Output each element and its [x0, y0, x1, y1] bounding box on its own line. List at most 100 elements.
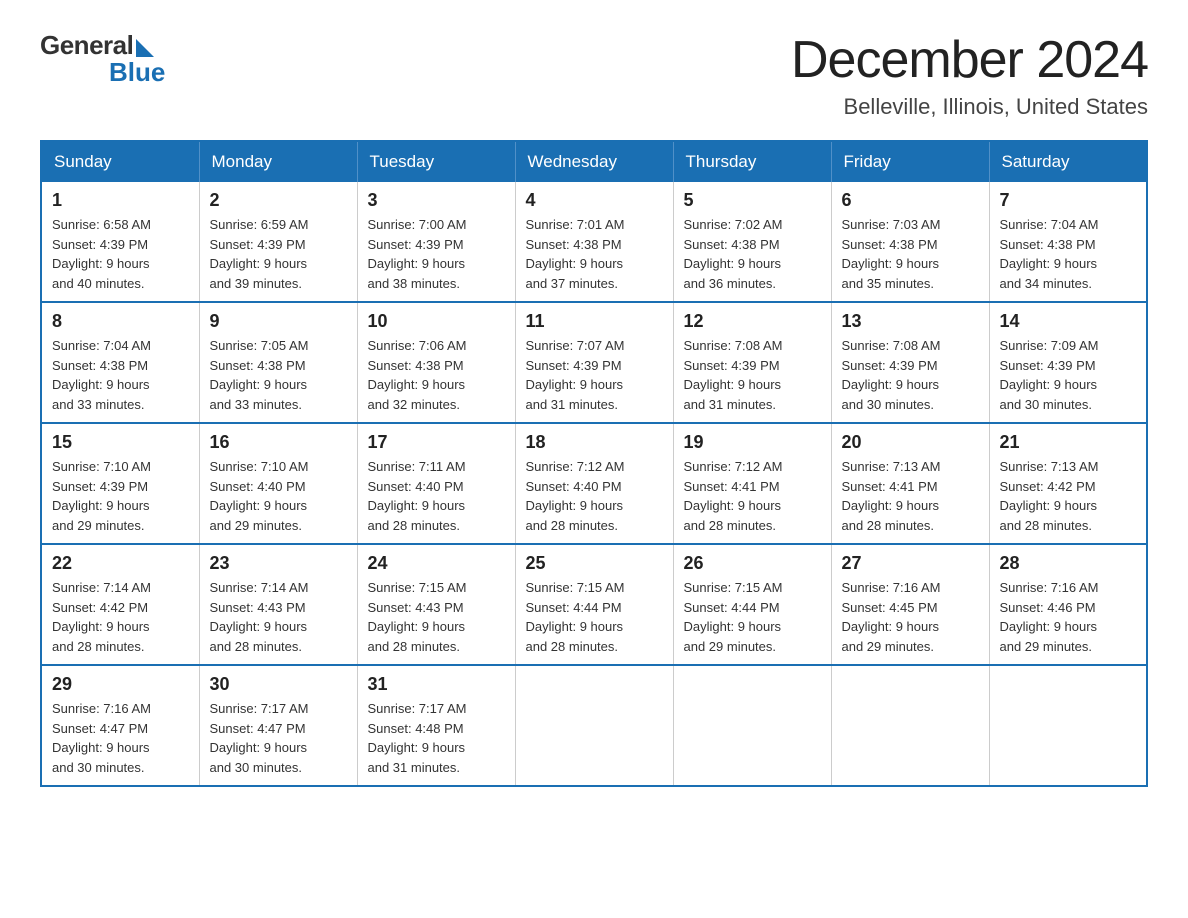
- day-number: 16: [210, 432, 347, 453]
- day-info: Sunrise: 7:15 AMSunset: 4:43 PMDaylight:…: [368, 580, 467, 654]
- header-thursday: Thursday: [673, 141, 831, 182]
- table-row: 22 Sunrise: 7:14 AMSunset: 4:42 PMDaylig…: [41, 544, 199, 665]
- day-number: 31: [368, 674, 505, 695]
- day-number: 1: [52, 190, 189, 211]
- table-row: 24 Sunrise: 7:15 AMSunset: 4:43 PMDaylig…: [357, 544, 515, 665]
- table-row: 17 Sunrise: 7:11 AMSunset: 4:40 PMDaylig…: [357, 423, 515, 544]
- day-number: 3: [368, 190, 505, 211]
- day-info: Sunrise: 7:09 AMSunset: 4:39 PMDaylight:…: [1000, 338, 1099, 412]
- day-number: 2: [210, 190, 347, 211]
- day-info: Sunrise: 7:05 AMSunset: 4:38 PMDaylight:…: [210, 338, 309, 412]
- table-row: 4 Sunrise: 7:01 AMSunset: 4:38 PMDayligh…: [515, 182, 673, 302]
- logo-blue-text: Blue: [109, 57, 165, 88]
- table-row: 25 Sunrise: 7:15 AMSunset: 4:44 PMDaylig…: [515, 544, 673, 665]
- header-friday: Friday: [831, 141, 989, 182]
- day-info: Sunrise: 7:10 AMSunset: 4:39 PMDaylight:…: [52, 459, 151, 533]
- day-info: Sunrise: 7:08 AMSunset: 4:39 PMDaylight:…: [842, 338, 941, 412]
- day-number: 19: [684, 432, 821, 453]
- table-row: 5 Sunrise: 7:02 AMSunset: 4:38 PMDayligh…: [673, 182, 831, 302]
- day-info: Sunrise: 7:14 AMSunset: 4:42 PMDaylight:…: [52, 580, 151, 654]
- table-row: 13 Sunrise: 7:08 AMSunset: 4:39 PMDaylig…: [831, 302, 989, 423]
- day-info: Sunrise: 7:11 AMSunset: 4:40 PMDaylight:…: [368, 459, 466, 533]
- table-row: 2 Sunrise: 6:59 AMSunset: 4:39 PMDayligh…: [199, 182, 357, 302]
- day-number: 15: [52, 432, 189, 453]
- day-number: 10: [368, 311, 505, 332]
- calendar-week-row: 1 Sunrise: 6:58 AMSunset: 4:39 PMDayligh…: [41, 182, 1147, 302]
- table-row: 31 Sunrise: 7:17 AMSunset: 4:48 PMDaylig…: [357, 665, 515, 786]
- table-row: 11 Sunrise: 7:07 AMSunset: 4:39 PMDaylig…: [515, 302, 673, 423]
- day-info: Sunrise: 7:07 AMSunset: 4:39 PMDaylight:…: [526, 338, 625, 412]
- table-row: [989, 665, 1147, 786]
- day-info: Sunrise: 7:15 AMSunset: 4:44 PMDaylight:…: [684, 580, 783, 654]
- day-info: Sunrise: 7:12 AMSunset: 4:40 PMDaylight:…: [526, 459, 625, 533]
- table-row: 3 Sunrise: 7:00 AMSunset: 4:39 PMDayligh…: [357, 182, 515, 302]
- day-info: Sunrise: 7:15 AMSunset: 4:44 PMDaylight:…: [526, 580, 625, 654]
- logo-arrow-icon: [136, 39, 154, 57]
- day-number: 17: [368, 432, 505, 453]
- day-info: Sunrise: 7:16 AMSunset: 4:46 PMDaylight:…: [1000, 580, 1099, 654]
- day-info: Sunrise: 7:06 AMSunset: 4:38 PMDaylight:…: [368, 338, 467, 412]
- title-area: December 2024 Belleville, Illinois, Unit…: [791, 30, 1148, 120]
- day-number: 25: [526, 553, 663, 574]
- month-title: December 2024: [791, 30, 1148, 90]
- day-number: 29: [52, 674, 189, 695]
- day-number: 4: [526, 190, 663, 211]
- day-info: Sunrise: 7:00 AMSunset: 4:39 PMDaylight:…: [368, 217, 467, 291]
- table-row: 9 Sunrise: 7:05 AMSunset: 4:38 PMDayligh…: [199, 302, 357, 423]
- table-row: 12 Sunrise: 7:08 AMSunset: 4:39 PMDaylig…: [673, 302, 831, 423]
- day-info: Sunrise: 7:04 AMSunset: 4:38 PMDaylight:…: [1000, 217, 1099, 291]
- day-number: 8: [52, 311, 189, 332]
- day-number: 5: [684, 190, 821, 211]
- calendar-week-row: 15 Sunrise: 7:10 AMSunset: 4:39 PMDaylig…: [41, 423, 1147, 544]
- day-number: 26: [684, 553, 821, 574]
- table-row: 28 Sunrise: 7:16 AMSunset: 4:46 PMDaylig…: [989, 544, 1147, 665]
- header-tuesday: Tuesday: [357, 141, 515, 182]
- table-row: 7 Sunrise: 7:04 AMSunset: 4:38 PMDayligh…: [989, 182, 1147, 302]
- table-row: 23 Sunrise: 7:14 AMSunset: 4:43 PMDaylig…: [199, 544, 357, 665]
- table-row: 27 Sunrise: 7:16 AMSunset: 4:45 PMDaylig…: [831, 544, 989, 665]
- day-number: 13: [842, 311, 979, 332]
- day-info: Sunrise: 7:16 AMSunset: 4:45 PMDaylight:…: [842, 580, 941, 654]
- calendar-table: Sunday Monday Tuesday Wednesday Thursday…: [40, 140, 1148, 787]
- day-info: Sunrise: 7:04 AMSunset: 4:38 PMDaylight:…: [52, 338, 151, 412]
- header: General Gene Blue December 2024 Bellevil…: [40, 30, 1148, 120]
- day-info: Sunrise: 7:02 AMSunset: 4:38 PMDaylight:…: [684, 217, 783, 291]
- weekday-header-row: Sunday Monday Tuesday Wednesday Thursday…: [41, 141, 1147, 182]
- table-row: 6 Sunrise: 7:03 AMSunset: 4:38 PMDayligh…: [831, 182, 989, 302]
- day-number: 23: [210, 553, 347, 574]
- table-row: 29 Sunrise: 7:16 AMSunset: 4:47 PMDaylig…: [41, 665, 199, 786]
- header-monday: Monday: [199, 141, 357, 182]
- calendar-week-row: 8 Sunrise: 7:04 AMSunset: 4:38 PMDayligh…: [41, 302, 1147, 423]
- day-info: Sunrise: 7:13 AMSunset: 4:42 PMDaylight:…: [1000, 459, 1099, 533]
- day-number: 12: [684, 311, 821, 332]
- table-row: 16 Sunrise: 7:10 AMSunset: 4:40 PMDaylig…: [199, 423, 357, 544]
- table-row: 19 Sunrise: 7:12 AMSunset: 4:41 PMDaylig…: [673, 423, 831, 544]
- day-info: Sunrise: 6:58 AMSunset: 4:39 PMDaylight:…: [52, 217, 151, 291]
- day-number: 24: [368, 553, 505, 574]
- table-row: 1 Sunrise: 6:58 AMSunset: 4:39 PMDayligh…: [41, 182, 199, 302]
- day-info: Sunrise: 7:13 AMSunset: 4:41 PMDaylight:…: [842, 459, 941, 533]
- day-info: Sunrise: 7:08 AMSunset: 4:39 PMDaylight:…: [684, 338, 783, 412]
- table-row: 20 Sunrise: 7:13 AMSunset: 4:41 PMDaylig…: [831, 423, 989, 544]
- header-saturday: Saturday: [989, 141, 1147, 182]
- day-number: 18: [526, 432, 663, 453]
- day-number: 14: [1000, 311, 1137, 332]
- day-info: Sunrise: 6:59 AMSunset: 4:39 PMDaylight:…: [210, 217, 309, 291]
- header-sunday: Sunday: [41, 141, 199, 182]
- day-number: 27: [842, 553, 979, 574]
- table-row: [831, 665, 989, 786]
- day-info: Sunrise: 7:03 AMSunset: 4:38 PMDaylight:…: [842, 217, 941, 291]
- calendar-week-row: 22 Sunrise: 7:14 AMSunset: 4:42 PMDaylig…: [41, 544, 1147, 665]
- day-info: Sunrise: 7:12 AMSunset: 4:41 PMDaylight:…: [684, 459, 783, 533]
- day-number: 30: [210, 674, 347, 695]
- location-title: Belleville, Illinois, United States: [791, 94, 1148, 120]
- day-info: Sunrise: 7:01 AMSunset: 4:38 PMDaylight:…: [526, 217, 625, 291]
- logo: General Gene Blue: [40, 30, 165, 88]
- table-row: 15 Sunrise: 7:10 AMSunset: 4:39 PMDaylig…: [41, 423, 199, 544]
- day-number: 22: [52, 553, 189, 574]
- table-row: 21 Sunrise: 7:13 AMSunset: 4:42 PMDaylig…: [989, 423, 1147, 544]
- table-row: 8 Sunrise: 7:04 AMSunset: 4:38 PMDayligh…: [41, 302, 199, 423]
- table-row: 30 Sunrise: 7:17 AMSunset: 4:47 PMDaylig…: [199, 665, 357, 786]
- day-info: Sunrise: 7:14 AMSunset: 4:43 PMDaylight:…: [210, 580, 309, 654]
- table-row: [515, 665, 673, 786]
